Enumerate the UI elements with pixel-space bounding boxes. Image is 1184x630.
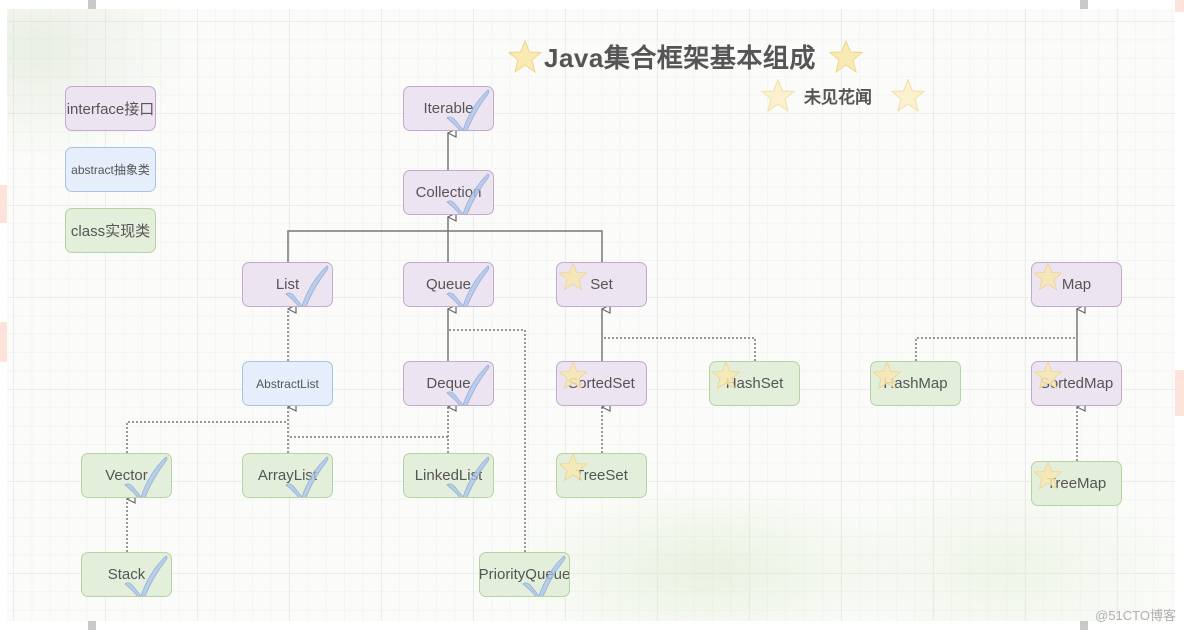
checkmark-icon: [446, 89, 490, 130]
node-hashset[interactable]: HashSet: [709, 361, 800, 406]
legend-label: abstract抽象类: [71, 163, 150, 177]
node-map[interactable]: Map: [1031, 262, 1122, 307]
checkmark-icon: [446, 265, 490, 306]
legend-label: interface接口: [66, 101, 155, 118]
node-label: Map: [1061, 276, 1092, 293]
node-arraylist[interactable]: ArrayList: [242, 453, 333, 498]
node-treemap[interactable]: TreeMap: [1031, 461, 1122, 506]
checkmark-icon: [124, 555, 168, 596]
node-vector[interactable]: Vector: [81, 453, 172, 498]
node-sortedmap[interactable]: SortedMap: [1031, 361, 1122, 406]
diagram-canvas: [7, 9, 1175, 621]
watermark: @51CTO博客: [1095, 608, 1176, 623]
node-label: AbstractList: [256, 376, 319, 391]
node-collection[interactable]: Collection: [403, 170, 494, 215]
node-abstractlist[interactable]: AbstractList: [242, 361, 333, 406]
background-page-fragment: [1175, 0, 1184, 12]
node-label: Set: [590, 276, 613, 293]
edge-marker: [1080, 0, 1088, 9]
checkmark-icon: [446, 456, 490, 497]
checkmark-icon: [446, 364, 490, 405]
diagram-author: 未见花闻: [804, 88, 872, 107]
node-set[interactable]: Set: [556, 262, 647, 307]
star-icon: [1033, 362, 1063, 390]
checkmark-icon: [446, 173, 490, 214]
star-icon: [890, 78, 926, 113]
star-icon: [1033, 462, 1063, 490]
background-page-fragment: [1175, 370, 1184, 416]
star-icon: [558, 454, 588, 482]
node-deque[interactable]: Deque: [403, 361, 494, 406]
node-hashmap[interactable]: HashMap: [870, 361, 961, 406]
star-icon: [760, 78, 796, 113]
legend-abstract: abstract抽象类: [65, 147, 156, 192]
node-stack[interactable]: Stack: [81, 552, 172, 597]
node-linkedlist[interactable]: LinkedList: [403, 453, 494, 498]
background-page-fragment: [0, 322, 7, 362]
legend-class: class实现类: [65, 208, 156, 253]
node-sortedset[interactable]: SortedSet: [556, 361, 647, 406]
background-page-fragment: [0, 185, 7, 223]
node-priorityqueue[interactable]: PriorityQueue: [479, 552, 570, 597]
node-list[interactable]: List: [242, 262, 333, 307]
star-icon: [711, 362, 741, 390]
legend-label: class实现类: [70, 223, 151, 240]
node-treeset[interactable]: TreeSet: [556, 453, 647, 498]
star-icon: [507, 39, 543, 74]
edge-marker: [88, 621, 96, 630]
checkmark-icon: [124, 456, 168, 497]
node-queue[interactable]: Queue: [403, 262, 494, 307]
diagram-title: Java集合框架基本组成: [544, 43, 816, 73]
legend-interface: interface接口: [65, 86, 156, 131]
star-icon: [1033, 263, 1063, 291]
checkmark-icon: [285, 456, 329, 497]
star-icon: [558, 263, 588, 291]
star-icon: [872, 362, 902, 390]
star-icon: [828, 39, 864, 74]
edge-marker: [1080, 621, 1088, 630]
checkmark-icon: [285, 265, 329, 306]
node-iterable[interactable]: Iterable: [403, 86, 494, 131]
checkmark-icon: [522, 555, 566, 596]
edge-marker: [88, 0, 96, 9]
star-icon: [558, 362, 588, 390]
